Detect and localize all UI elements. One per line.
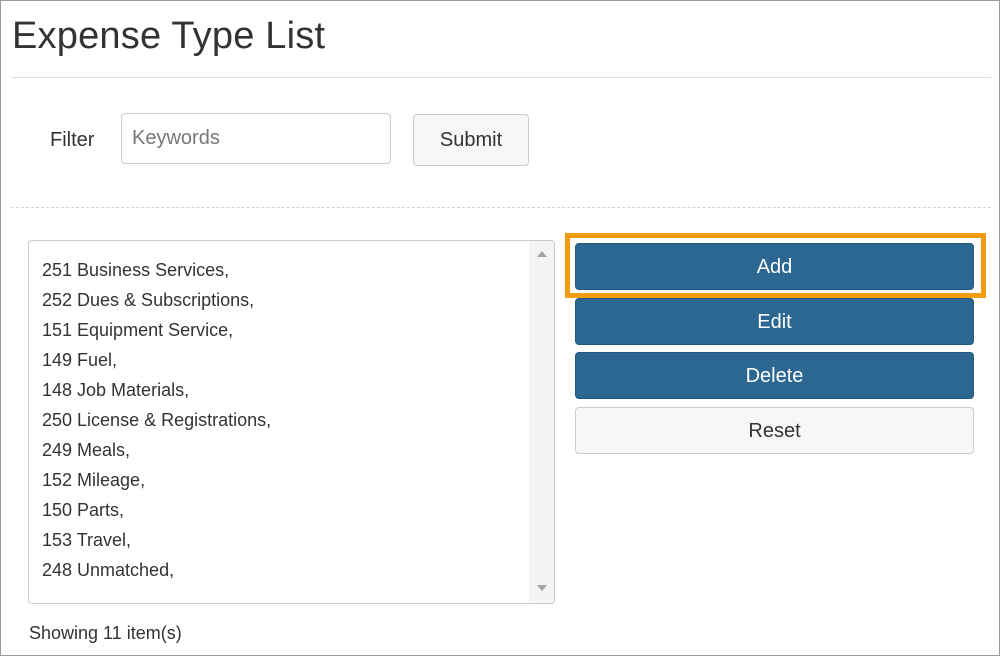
list-item[interactable]: 252 Dues & Subscriptions, (42, 285, 271, 315)
list-item[interactable]: 153 Travel, (42, 525, 271, 555)
delete-button[interactable]: Delete (575, 352, 974, 399)
scroll-down-arrow-icon[interactable] (536, 585, 547, 591)
list-item[interactable]: 248 Unmatched, (42, 555, 271, 585)
page-frame: Expense Type List Filter Submit 251 Busi… (0, 0, 1000, 656)
filter-keywords-input[interactable] (121, 113, 391, 164)
edit-button[interactable]: Edit (575, 298, 974, 345)
list-item[interactable]: 151 Equipment Service, (42, 315, 271, 345)
title-divider (11, 77, 991, 78)
scroll-up-arrow-icon[interactable] (536, 251, 547, 257)
list-item[interactable]: 152 Mileage, (42, 465, 271, 495)
filter-label: Filter (50, 129, 95, 151)
add-button[interactable]: Add (575, 243, 974, 290)
reset-button[interactable]: Reset (575, 407, 974, 454)
list-item[interactable]: 250 License & Registrations, (42, 405, 271, 435)
submit-button[interactable]: Submit (413, 114, 529, 166)
list-item[interactable]: 150 Parts, (42, 495, 271, 525)
list-item[interactable]: 148 Job Materials, (42, 375, 271, 405)
section-divider (11, 207, 991, 208)
list-item[interactable]: 149 Fuel, (42, 345, 271, 375)
page-title: Expense Type List (12, 15, 326, 57)
expense-type-listbox[interactable]: 251 Business Services, 252 Dues & Subscr… (28, 240, 555, 604)
listbox-scrollbar[interactable] (529, 241, 554, 603)
expense-type-list: 251 Business Services, 252 Dues & Subscr… (42, 255, 271, 585)
list-item[interactable]: 251 Business Services, (42, 255, 271, 285)
item-count-text: Showing 11 item(s) (29, 623, 182, 643)
list-item[interactable]: 249 Meals, (42, 435, 271, 465)
